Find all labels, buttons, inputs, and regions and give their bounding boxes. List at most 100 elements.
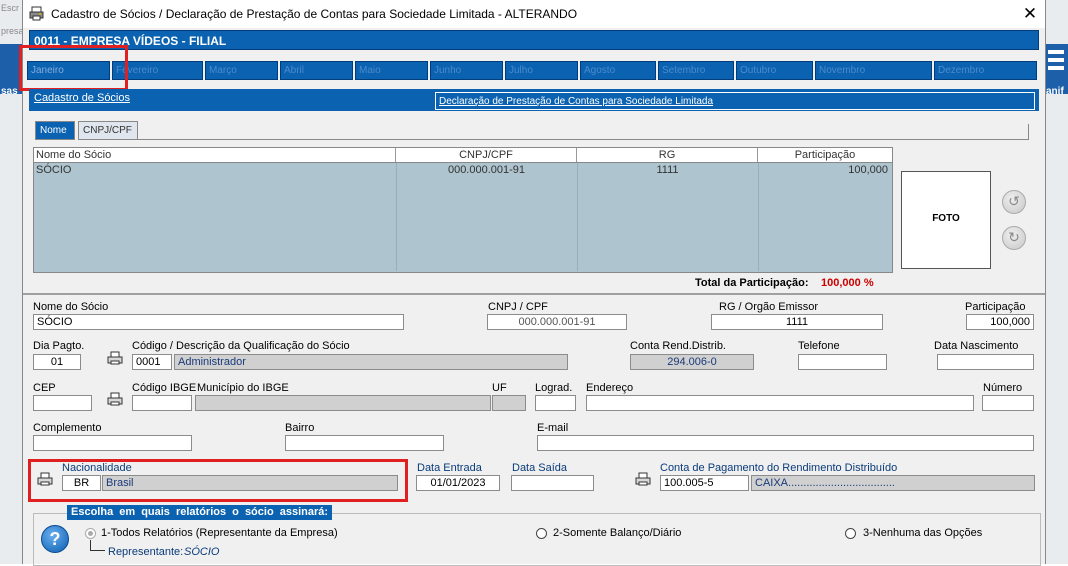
photo-clear-icon[interactable]: ↻ bbox=[1002, 226, 1026, 250]
tab-month-agosto[interactable]: Agosto bbox=[580, 61, 656, 80]
label-municipio: Município do IBGE bbox=[197, 382, 289, 394]
title-bar: Cadastro de Sócios / Declaração de Prest… bbox=[23, 0, 1045, 28]
lookup-nacionalidade-icon[interactable] bbox=[37, 471, 53, 487]
section-tabs: Cadastro de Sócios Declaração de Prestaç… bbox=[29, 89, 1039, 111]
col-divider bbox=[577, 163, 759, 271]
col-header-nome[interactable]: Nome do Sócio bbox=[34, 148, 396, 162]
printer-icon bbox=[29, 6, 44, 21]
tab-month-setembro[interactable]: Setembro bbox=[658, 61, 734, 80]
participacao-input[interactable]: 100,000 bbox=[966, 314, 1034, 330]
numero-input[interactable] bbox=[982, 395, 1034, 411]
tab-sort-cnpj[interactable]: CNPJ/CPF bbox=[78, 121, 138, 140]
label-participacao: Participação bbox=[965, 301, 1026, 313]
label-cnpj: CNPJ / CPF bbox=[488, 301, 548, 313]
label-nacionalidade: Nacionalidade bbox=[62, 462, 132, 474]
municipio-field bbox=[195, 395, 491, 411]
tree-connector bbox=[90, 540, 105, 551]
label-nenhuma: 3-Nenhuma das Opções bbox=[863, 527, 983, 539]
dia-pagto-input[interactable]: 01 bbox=[33, 354, 81, 370]
tab-month-julho[interactable]: Julho bbox=[505, 61, 578, 80]
telefone-input[interactable] bbox=[798, 354, 887, 370]
label-conta-rend: Conta Rend.Distrib. bbox=[630, 340, 726, 352]
lograd-input[interactable] bbox=[535, 395, 576, 411]
tab-sort-nome[interactable]: Nome bbox=[35, 121, 75, 140]
help-icon[interactable]: ? bbox=[41, 525, 69, 553]
background-text: sas bbox=[1, 86, 18, 97]
col-divider bbox=[34, 163, 397, 271]
lookup-conta-icon[interactable] bbox=[635, 471, 651, 487]
lookup-qualificacao-icon[interactable] bbox=[107, 350, 123, 366]
label-cep: CEP bbox=[33, 382, 56, 394]
tab-month-junho[interactable]: Junho bbox=[430, 61, 503, 80]
label-codigo-qualificacao: Código / Descrição da Qualificação do Só… bbox=[132, 340, 350, 352]
radio-somente-balanco[interactable] bbox=[536, 528, 547, 539]
data-nascimento-input[interactable] bbox=[937, 354, 1034, 370]
conta-rend-field: 294.006-0 bbox=[630, 354, 754, 370]
relatorios-group bbox=[33, 513, 1041, 566]
label-data-nascimento: Data Nascimento bbox=[934, 340, 1019, 352]
label-uf: UF bbox=[492, 382, 507, 394]
window-title: Cadastro de Sócios / Declaração de Prest… bbox=[51, 7, 578, 21]
tab-month-abril[interactable]: Abril bbox=[280, 61, 353, 80]
lookup-ibge-icon[interactable] bbox=[107, 391, 123, 407]
complemento-input[interactable] bbox=[33, 435, 192, 451]
conta-pagamento-input[interactable]: 100.005-5 bbox=[660, 475, 749, 491]
label-somente-balanco: 2-Somente Balanço/Diário bbox=[553, 527, 682, 539]
endereco-input[interactable] bbox=[586, 395, 974, 411]
tab-month-dezembro[interactable]: Dezembro bbox=[934, 61, 1037, 80]
data-saida-input[interactable] bbox=[511, 475, 594, 491]
label-codigo-ibge: Código IBGE bbox=[132, 382, 197, 394]
tab-month-marco[interactable]: Março bbox=[205, 61, 278, 80]
label-email: E-mail bbox=[537, 422, 569, 434]
radio-todos-relatorios[interactable] bbox=[85, 528, 96, 539]
label-conta-pagamento: Conta de Pagamento do Rendimento Distrib… bbox=[660, 462, 898, 474]
label-representante: Representante: bbox=[108, 546, 184, 558]
label-dia-pagto: Dia Pagto. bbox=[33, 340, 85, 352]
cell-nome: SÓCIO bbox=[36, 164, 72, 176]
divider bbox=[23, 293, 1045, 295]
uf-field bbox=[492, 395, 526, 411]
nacionalidade-code-input[interactable]: BR bbox=[62, 475, 101, 491]
codigo-qualificacao-input[interactable]: 0001 bbox=[132, 354, 172, 370]
cep-input[interactable] bbox=[33, 395, 92, 411]
photo-load-icon[interactable]: ↺ bbox=[1002, 190, 1026, 214]
label-data-saida: Data Saída bbox=[512, 462, 568, 474]
rg-input[interactable]: 1111 bbox=[711, 314, 883, 330]
label-todos-relatorios: 1-Todos Relatórios (Representante da Emp… bbox=[101, 527, 338, 539]
dialog-window: Cadastro de Sócios / Declaração de Prest… bbox=[19, 0, 1046, 566]
tab-month-novembro[interactable]: Novembro bbox=[815, 61, 932, 80]
cell-rg: 1111 bbox=[656, 164, 679, 176]
tab-month-maio[interactable]: Maio bbox=[355, 61, 428, 80]
label-telefone: Telefone bbox=[798, 340, 840, 352]
conta-pagamento-description: CAIXA................................... bbox=[751, 475, 1035, 491]
highlight-janeiro-tab bbox=[19, 45, 128, 91]
cell-participacao: 100,000 bbox=[848, 164, 888, 176]
tab-cadastro-socios[interactable]: Cadastro de Sócios bbox=[31, 89, 434, 111]
codigo-ibge-input[interactable] bbox=[132, 395, 192, 411]
table-header: Nome do Sócio CNPJ/CPF RG Participação bbox=[34, 148, 892, 163]
total-label: Total da Participação: bbox=[695, 277, 809, 289]
nome-input[interactable]: SÓCIO bbox=[33, 314, 404, 330]
tab-month-outubro[interactable]: Outubro bbox=[736, 61, 813, 80]
bairro-input[interactable] bbox=[285, 435, 444, 451]
label-complemento: Complemento bbox=[33, 422, 102, 434]
data-entrada-input[interactable]: 01/01/2023 bbox=[416, 475, 500, 491]
radio-nenhuma[interactable] bbox=[845, 528, 856, 539]
label-lograd: Lograd. bbox=[535, 382, 573, 394]
tab-underline bbox=[136, 139, 1028, 140]
company-header: 0011 - EMPRESA VÍDEOS - FILIAL bbox=[29, 30, 1039, 50]
background-text: anif bbox=[1046, 86, 1064, 97]
background-text: Escr bbox=[1, 3, 19, 13]
socios-table[interactable]: Nome do Sócio CNPJ/CPF RG Participação S… bbox=[33, 147, 893, 273]
cnpj-input[interactable]: 000.000.001-91 bbox=[487, 314, 627, 330]
label-data-entrada: Data Entrada bbox=[417, 462, 482, 474]
email-input[interactable] bbox=[537, 435, 1034, 451]
close-button[interactable]: ✕ bbox=[1019, 3, 1041, 25]
foto-box[interactable]: FOTO bbox=[901, 171, 991, 269]
background-text: presa bbox=[1, 26, 24, 36]
tab-declaracao-contas[interactable]: Declaração de Prestação de Contas para S… bbox=[435, 92, 1035, 110]
col-header-rg[interactable]: RG bbox=[577, 148, 758, 162]
representante-value: SÓCIO bbox=[184, 546, 220, 558]
col-header-participacao[interactable]: Participação bbox=[758, 148, 892, 162]
col-header-cnpj[interactable]: CNPJ/CPF bbox=[396, 148, 577, 162]
